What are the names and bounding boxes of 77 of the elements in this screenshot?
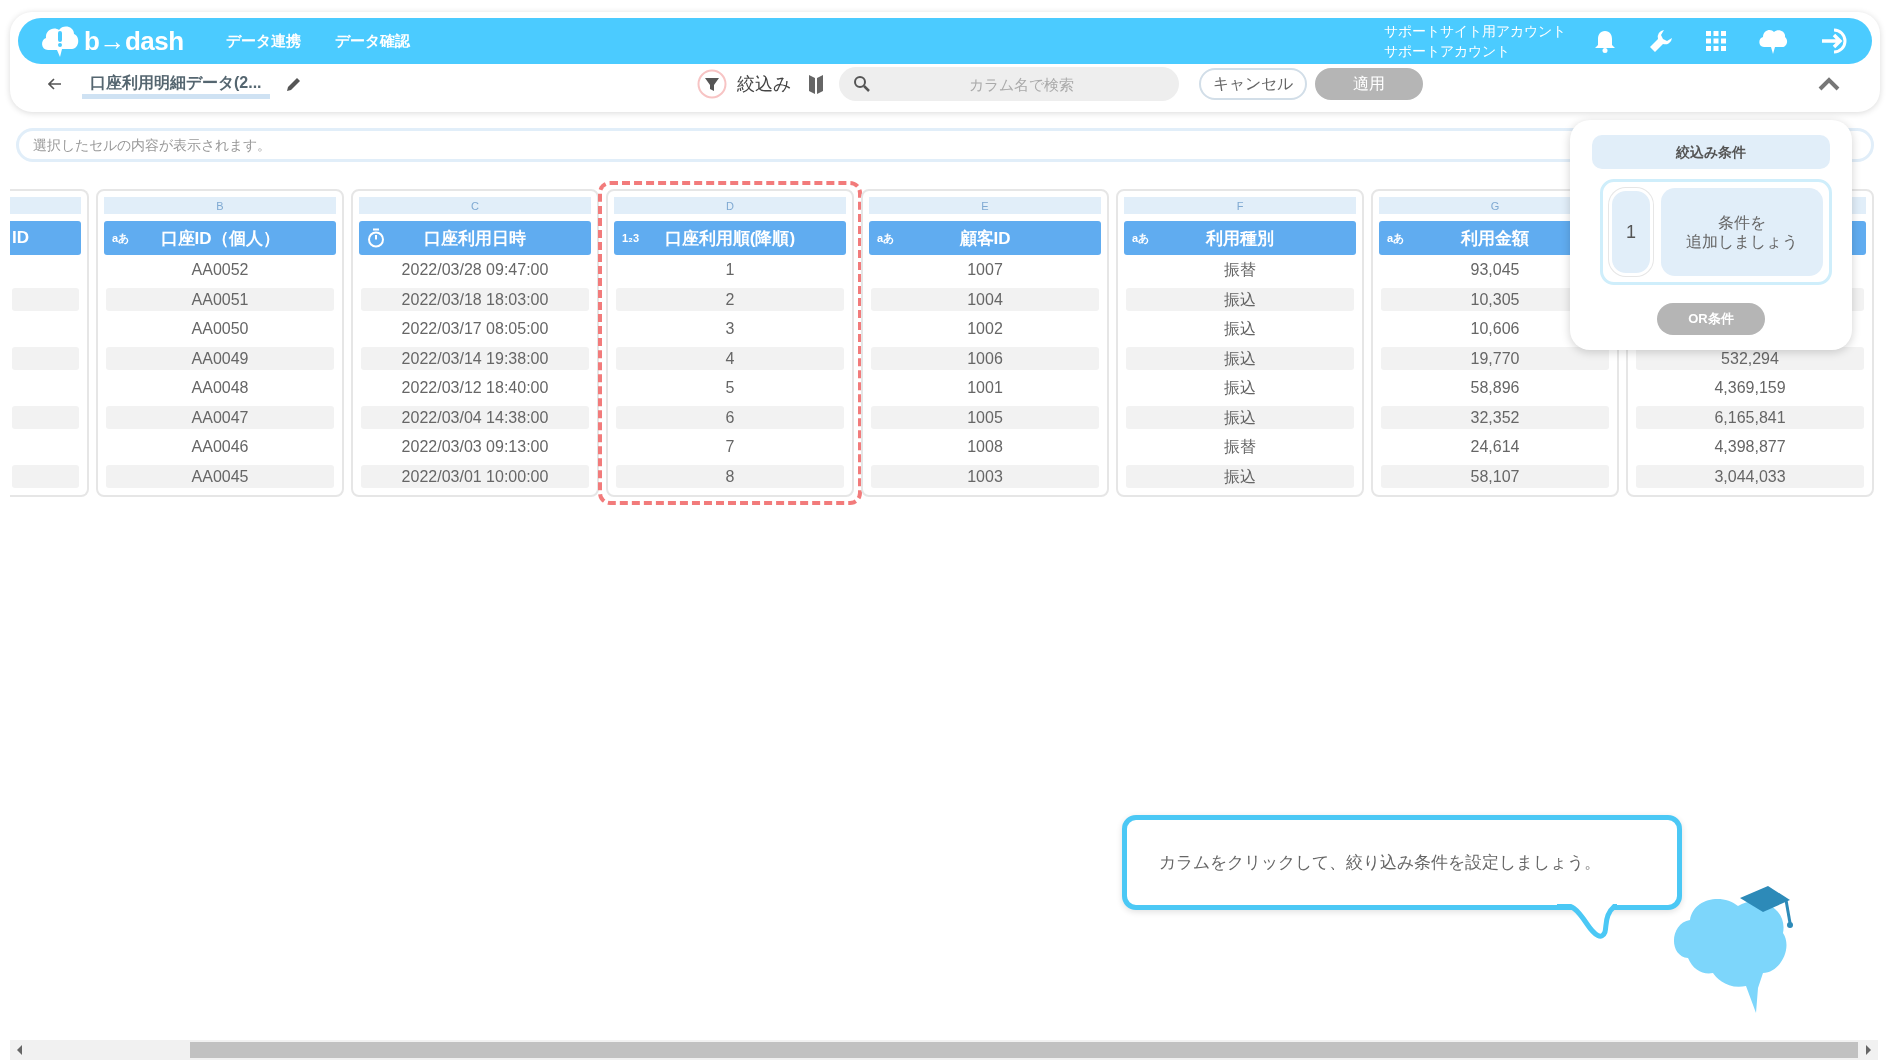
condition-number: 1 <box>1609 188 1653 276</box>
table-cell: 1003 <box>871 464 1099 488</box>
table-cell: 6,165,841 <box>1636 405 1864 429</box>
table-cell: AA0047 <box>106 405 334 429</box>
table-cell: 32,352 <box>1381 405 1609 429</box>
column-title: 口座ID（個人） <box>159 227 281 250</box>
table-cell: 振込 <box>1126 405 1354 429</box>
table-cell: 2022/03/18 18:03:00 <box>361 287 589 311</box>
column-title: 利用金額 <box>1459 227 1530 250</box>
table-cell: 振込 <box>1126 346 1354 370</box>
type-icon: aあ <box>112 230 130 246</box>
table-cell-text: 振込 <box>1223 319 1257 339</box>
table-cell: 3,044,033 <box>1636 464 1864 488</box>
column-title: 口座利用順(降順) <box>663 227 797 250</box>
column-letter: E <box>981 199 989 212</box>
table-cell: 振込 <box>1126 287 1354 311</box>
table-cell-text: 5 <box>724 378 736 398</box>
table-cell-text: 2022/03/12 18:40:00 <box>400 378 550 398</box>
table-cell-text: 1001 <box>966 378 1004 398</box>
logo-text: b→dash <box>84 25 184 57</box>
table-cell-text: 7 <box>724 437 736 457</box>
table-cell: 2022/03/14 19:38:00 <box>361 346 589 370</box>
column-title: ID <box>11 228 30 248</box>
filter-label: 絞込み <box>736 73 791 96</box>
table-cell: AA0045 <box>106 464 334 488</box>
type-icon: aあ <box>877 230 895 246</box>
table-cell-text: 1 <box>724 260 736 280</box>
table-cell: 6 <box>616 405 844 429</box>
table-cell: AA0051 <box>106 287 334 311</box>
table-cell-text: 振替 <box>1223 260 1257 280</box>
dataset-title: 口座利用明細データ(2... <box>82 69 270 99</box>
table-cell-text: 4,398,877 <box>1713 437 1787 457</box>
table-cell: 4 <box>616 346 844 370</box>
column-title: 口座利用日時 <box>423 227 527 250</box>
panel-title: 絞込み条件 <box>1592 135 1830 169</box>
column-title: 利用種別 <box>1204 227 1275 250</box>
table-cell: 8 <box>616 464 844 488</box>
column-letter: D <box>726 199 734 212</box>
column-title: 顧客ID <box>958 227 1012 250</box>
table-cell-text: 4,369,159 <box>1713 378 1787 398</box>
table-cell-text: AA0050 <box>190 319 250 339</box>
table-cell-text: 2022/03/03 09:13:00 <box>400 437 550 457</box>
type-icon: aあ <box>1132 230 1150 246</box>
table-cell: 1004 <box>871 287 1099 311</box>
table-cell: 1006 <box>871 346 1099 370</box>
account-name: サポートサイト用アカウント <box>1384 22 1566 41</box>
account-name: サポートアカウント <box>1384 42 1511 61</box>
table-cell-text: 振込 <box>1223 378 1257 398</box>
table-cell: 2022/03/04 14:38:00 <box>361 405 589 429</box>
tutorial-message: カラムをクリックして、絞り込み条件を設定しましょう。 <box>1159 852 1601 874</box>
table-cell: 振込 <box>1126 464 1354 488</box>
table-cell-text: AA0052 <box>190 260 250 280</box>
table-cell: 2022/03/01 10:00:00 <box>361 464 589 488</box>
table-cell-text: 1002 <box>966 319 1004 339</box>
column-letter: C <box>471 199 479 212</box>
table-cell-text: 10,606 <box>1469 319 1521 339</box>
type-icon: aあ <box>1387 230 1405 246</box>
table-cell-text: AA0048 <box>190 378 250 398</box>
table-cell-text: 93,045 <box>1469 260 1521 280</box>
type-icon: 1₂3 <box>622 232 640 244</box>
table-cell-text: 1008 <box>966 437 1004 457</box>
table-cell-text: AA0046 <box>190 437 250 457</box>
table-cell-text: 2022/03/28 09:47:00 <box>400 260 550 280</box>
column-letter: F <box>1236 199 1244 212</box>
table-cell: 1005 <box>871 405 1099 429</box>
table-cell: AA0049 <box>106 346 334 370</box>
table-cell-text: 3 <box>724 319 736 339</box>
table-cell: 2 <box>616 287 844 311</box>
table-cell-text: 2022/03/17 08:05:00 <box>400 319 550 339</box>
table-cell: 58,107 <box>1381 464 1609 488</box>
column-letter: B <box>216 199 224 212</box>
table-cell-text: 58,896 <box>1469 378 1521 398</box>
table-cell-text: 1007 <box>966 260 1004 280</box>
column-letter: G <box>1490 199 1500 212</box>
table-cell: 19,770 <box>1381 346 1609 370</box>
table-cell-text: 振替 <box>1223 437 1257 457</box>
table-cell-text: 24,614 <box>1469 437 1521 457</box>
